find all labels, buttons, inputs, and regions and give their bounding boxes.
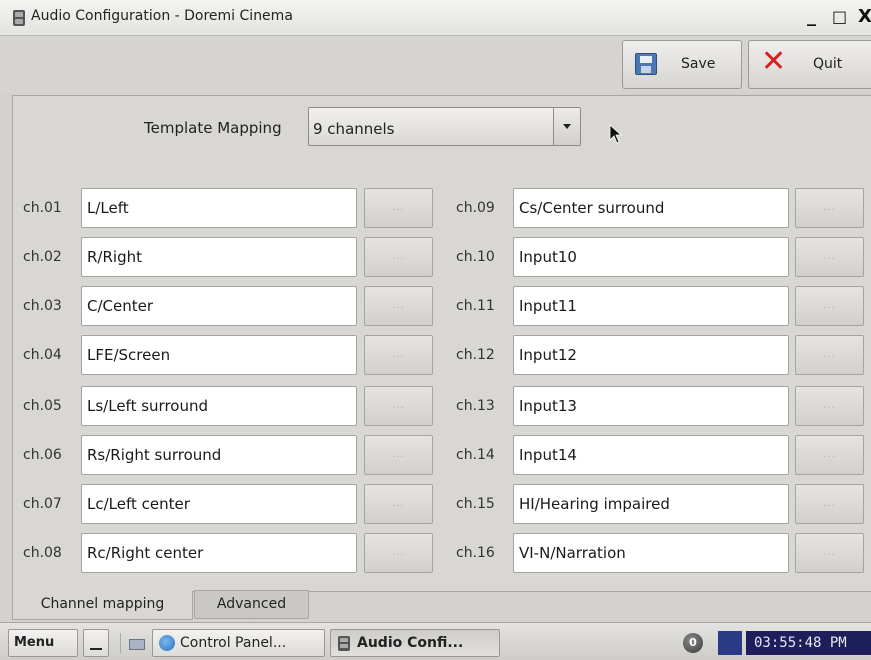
channel-label: ch.10 xyxy=(456,249,495,265)
channel-browse-button[interactable]: ... xyxy=(795,188,864,228)
folder-icon[interactable] xyxy=(124,629,148,657)
channel-row: ch.03 C/Center ... xyxy=(0,286,440,326)
taskbar: Menu Control Panel... Audio Confi... 0 0… xyxy=(0,622,871,660)
template-mapping-value: 9 channels xyxy=(313,120,395,138)
channel-name-input[interactable]: Lc/Left center xyxy=(81,484,357,524)
minimize-button[interactable]: _ xyxy=(807,8,816,26)
taskbar-control-panel[interactable]: Control Panel... xyxy=(152,629,325,657)
channel-row: ch.05 Ls/Left surround ... xyxy=(0,386,440,426)
channel-browse-button[interactable]: ... xyxy=(364,335,433,375)
tray-indicator xyxy=(718,631,742,655)
channel-label: ch.12 xyxy=(456,347,495,363)
start-menu-button[interactable]: Menu xyxy=(8,629,78,657)
channel-browse-button[interactable]: ... xyxy=(364,237,433,277)
quit-icon: ✕ xyxy=(761,44,787,79)
close-button[interactable]: X xyxy=(858,8,871,26)
taskbar-control-panel-label: Control Panel... xyxy=(180,635,287,651)
channel-row: ch.15 HI/Hearing impaired ... xyxy=(440,484,871,524)
channel-row: ch.01 L/Left ... xyxy=(0,188,440,228)
channel-browse-button[interactable]: ... xyxy=(795,435,864,475)
channel-label: ch.15 xyxy=(456,496,495,512)
channel-browse-button[interactable]: ... xyxy=(364,286,433,326)
app-icon xyxy=(13,10,25,26)
channel-browse-button[interactable]: ... xyxy=(795,237,864,277)
channel-row: ch.13 Input13 ... xyxy=(440,386,871,426)
channel-browse-button[interactable]: ... xyxy=(795,484,864,524)
channel-row: ch.08 Rc/Right center ... xyxy=(0,533,440,573)
template-mapping-label: Template Mapping xyxy=(144,119,282,137)
channel-name-input[interactable]: Ls/Left surround xyxy=(81,386,357,426)
channel-label: ch.11 xyxy=(456,298,495,314)
channel-browse-button[interactable]: ... xyxy=(364,484,433,524)
channel-browse-button[interactable]: ... xyxy=(795,286,864,326)
channel-name-input[interactable]: HI/Hearing impaired xyxy=(513,484,789,524)
channel-label: ch.05 xyxy=(23,398,62,414)
tray-status-icon[interactable]: 0 xyxy=(683,633,703,653)
channel-browse-button[interactable]: ... xyxy=(795,386,864,426)
channel-name-input[interactable]: Input14 xyxy=(513,435,789,475)
save-label: Save xyxy=(681,56,716,72)
tab-channel-mapping[interactable]: Channel mapping xyxy=(12,591,193,620)
channel-browse-button[interactable]: ... xyxy=(364,533,433,573)
quit-button[interactable]: ✕ Quit xyxy=(748,40,871,89)
quit-label: Quit xyxy=(813,56,843,72)
channel-browse-button[interactable]: ... xyxy=(364,435,433,475)
channel-label: ch.01 xyxy=(23,200,62,216)
channel-browse-button[interactable]: ... xyxy=(795,335,864,375)
save-icon xyxy=(635,53,657,75)
channel-name-input[interactable]: VI-N/Narration xyxy=(513,533,789,573)
channel-name-input[interactable]: Rc/Right center xyxy=(81,533,357,573)
channel-label: ch.13 xyxy=(456,398,495,414)
maximize-button[interactable]: □ xyxy=(832,8,847,26)
channel-label: ch.09 xyxy=(456,200,495,216)
taskbar-separator xyxy=(116,629,124,657)
channel-name-input[interactable]: Cs/Center surround xyxy=(513,188,789,228)
channel-label: ch.02 xyxy=(23,249,62,265)
channel-label: ch.07 xyxy=(23,496,62,512)
window-title: Audio Configuration - Doremi Cinema xyxy=(31,8,293,24)
channel-row: ch.02 R/Right ... xyxy=(0,237,440,277)
title-bar: Audio Configuration - Doremi Cinema _ □ … xyxy=(0,0,871,36)
save-button[interactable]: Save xyxy=(622,40,742,89)
channel-name-input[interactable]: Input11 xyxy=(513,286,789,326)
channel-row: ch.07 Lc/Left center ... xyxy=(0,484,440,524)
chevron-down-icon[interactable] xyxy=(553,108,580,145)
channel-label: ch.16 xyxy=(456,545,495,561)
channel-label: ch.14 xyxy=(456,447,495,463)
channel-row: ch.12 Input12 ... xyxy=(440,335,871,375)
channel-name-input[interactable]: C/Center xyxy=(81,286,357,326)
channel-browse-button[interactable]: ... xyxy=(364,188,433,228)
channel-browse-button[interactable]: ... xyxy=(364,386,433,426)
channel-row: ch.09 Cs/Center surround ... xyxy=(440,188,871,228)
channel-name-input[interactable]: Input10 xyxy=(513,237,789,277)
app-icon xyxy=(338,636,350,651)
channel-row: ch.14 Input14 ... xyxy=(440,435,871,475)
channel-label: ch.03 xyxy=(23,298,62,314)
channel-label: ch.04 xyxy=(23,347,62,363)
control-panel-icon xyxy=(159,635,175,651)
channel-browse-button[interactable]: ... xyxy=(795,533,864,573)
channel-row: ch.16 VI-N/Narration ... xyxy=(440,533,871,573)
channel-row: ch.11 Input11 ... xyxy=(440,286,871,326)
taskbar-clock: 03:55:48 PM xyxy=(746,631,871,655)
channel-name-input[interactable]: L/Left xyxy=(81,188,357,228)
taskbar-audio-config-label: Audio Confi... xyxy=(357,635,464,651)
channel-label: ch.06 xyxy=(23,447,62,463)
channel-label: ch.08 xyxy=(23,545,62,561)
channel-name-input[interactable]: Input13 xyxy=(513,386,789,426)
taskbar-audio-config[interactable]: Audio Confi... xyxy=(330,629,500,657)
channel-name-input[interactable]: Rs/Right surround xyxy=(81,435,357,475)
channel-row: ch.06 Rs/Right surround ... xyxy=(0,435,440,475)
channel-name-input[interactable]: LFE/Screen xyxy=(81,335,357,375)
channel-row: ch.04 LFE/Screen ... xyxy=(0,335,440,375)
tab-advanced[interactable]: Advanced xyxy=(194,590,309,619)
channel-name-input[interactable]: Input12 xyxy=(513,335,789,375)
channel-name-input[interactable]: R/Right xyxy=(81,237,357,277)
channel-row: ch.10 Input10 ... xyxy=(440,237,871,277)
template-mapping-select[interactable]: 9 channels xyxy=(308,107,581,146)
mouse-pointer-icon xyxy=(609,124,623,144)
show-desktop-button[interactable] xyxy=(83,629,109,657)
